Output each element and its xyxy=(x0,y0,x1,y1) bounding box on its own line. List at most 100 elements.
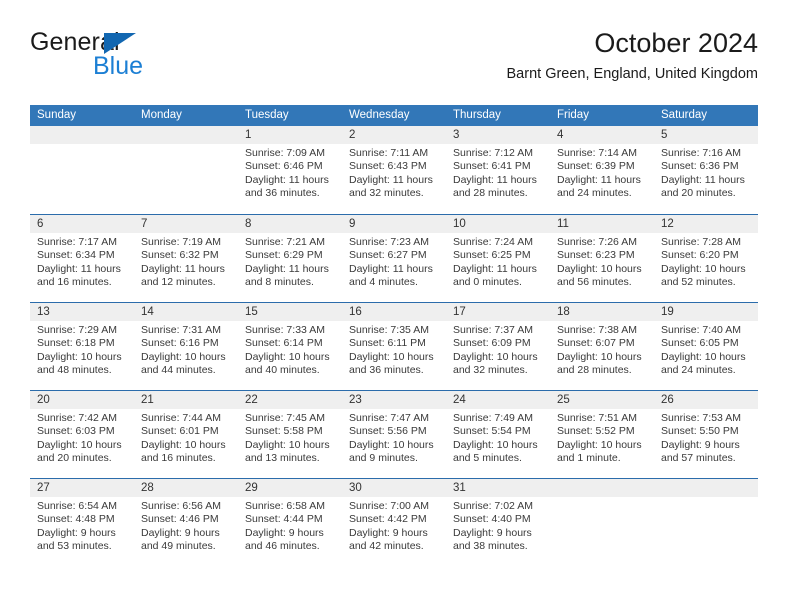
day-cell[interactable]: 26 Sunrise: 7:53 AM Sunset: 5:50 PM Dayl… xyxy=(654,391,758,478)
day-details: Sunrise: 7:44 AM Sunset: 6:01 PM Dayligh… xyxy=(134,409,238,465)
daylight-text-line1: Daylight: 11 hours xyxy=(349,262,433,275)
daylight-text-line1: Daylight: 10 hours xyxy=(349,350,434,363)
weekday-header-tuesday: Tuesday xyxy=(245,109,289,121)
day-number: 14 xyxy=(141,306,154,318)
day-cell[interactable]: 3 Sunrise: 7:12 AM Sunset: 6:41 PM Dayli… xyxy=(446,126,550,214)
day-number-band: 25 xyxy=(550,391,654,409)
sunrise-text: Sunrise: 7:11 AM xyxy=(349,147,429,159)
day-number: 11 xyxy=(557,218,569,230)
sunset-text: Sunset: 6:16 PM xyxy=(141,337,219,350)
daylight-text-line1: Daylight: 10 hours xyxy=(661,350,746,363)
daylight-text-line1: Daylight: 9 hours xyxy=(661,438,740,451)
day-cell[interactable]: 2 Sunrise: 7:11 AM Sunset: 6:43 PM Dayli… xyxy=(342,126,446,214)
day-details: Sunrise: 7:45 AM Sunset: 5:58 PM Dayligh… xyxy=(238,409,342,465)
daylight-text-line1: Daylight: 9 hours xyxy=(141,526,220,539)
day-details xyxy=(30,144,134,147)
weekday-header-friday: Friday xyxy=(557,109,589,121)
day-cell[interactable]: 31 Sunrise: 7:02 AM Sunset: 4:40 PM Dayl… xyxy=(446,479,550,566)
day-cell[interactable]: 22 Sunrise: 7:45 AM Sunset: 5:58 PM Dayl… xyxy=(238,391,342,478)
day-cell[interactable]: 29 Sunrise: 6:58 AM Sunset: 4:44 PM Dayl… xyxy=(238,479,342,566)
weekday-header-saturday: Saturday xyxy=(661,109,708,121)
day-cell[interactable] xyxy=(550,479,654,566)
day-cell[interactable]: 7 Sunrise: 7:19 AM Sunset: 6:32 PM Dayli… xyxy=(134,215,238,302)
sunrise-text: Sunrise: 7:37 AM xyxy=(453,324,533,336)
day-cell[interactable]: 18 Sunrise: 7:38 AM Sunset: 6:07 PM Dayl… xyxy=(550,303,654,390)
day-number: 18 xyxy=(557,306,570,318)
sunset-text: Sunset: 6:32 PM xyxy=(141,249,219,262)
day-number: 25 xyxy=(557,394,570,406)
day-cell[interactable]: 25 Sunrise: 7:51 AM Sunset: 5:52 PM Dayl… xyxy=(550,391,654,478)
day-cell[interactable]: 30 Sunrise: 7:00 AM Sunset: 4:42 PM Dayl… xyxy=(342,479,446,566)
day-number-band: 5 xyxy=(654,126,758,144)
day-cell[interactable]: 13 Sunrise: 7:29 AM Sunset: 6:18 PM Dayl… xyxy=(30,303,134,390)
day-details: Sunrise: 7:02 AM Sunset: 4:40 PM Dayligh… xyxy=(446,497,550,553)
day-cell[interactable]: 23 Sunrise: 7:47 AM Sunset: 5:56 PM Dayl… xyxy=(342,391,446,478)
daylight-text-line2: and 40 minutes. xyxy=(245,363,320,376)
day-cell[interactable]: 14 Sunrise: 7:31 AM Sunset: 6:16 PM Dayl… xyxy=(134,303,238,390)
day-details: Sunrise: 7:49 AM Sunset: 5:54 PM Dayligh… xyxy=(446,409,550,465)
day-number-band: 27 xyxy=(30,479,134,497)
day-details: Sunrise: 7:23 AM Sunset: 6:27 PM Dayligh… xyxy=(342,233,446,289)
day-cell[interactable]: 11 Sunrise: 7:26 AM Sunset: 6:23 PM Dayl… xyxy=(550,215,654,302)
day-details xyxy=(134,144,238,147)
day-cell[interactable]: 16 Sunrise: 7:35 AM Sunset: 6:11 PM Dayl… xyxy=(342,303,446,390)
daylight-text-line1: Daylight: 10 hours xyxy=(245,438,330,451)
day-details: Sunrise: 7:09 AM Sunset: 6:46 PM Dayligh… xyxy=(238,144,342,200)
day-number: 7 xyxy=(141,218,148,230)
daylight-text-line2: and 44 minutes. xyxy=(141,363,216,376)
day-number: 30 xyxy=(349,482,362,494)
day-number-band: 10 xyxy=(446,215,550,233)
day-cell[interactable]: 24 Sunrise: 7:49 AM Sunset: 5:54 PM Dayl… xyxy=(446,391,550,478)
daylight-text-line1: Daylight: 11 hours xyxy=(661,173,745,186)
day-cell[interactable]: 28 Sunrise: 6:56 AM Sunset: 4:46 PM Dayl… xyxy=(134,479,238,566)
day-cell[interactable]: 10 Sunrise: 7:24 AM Sunset: 6:25 PM Dayl… xyxy=(446,215,550,302)
logo-text-blue: Blue xyxy=(93,52,144,80)
day-details: Sunrise: 7:53 AM Sunset: 5:50 PM Dayligh… xyxy=(654,409,758,465)
day-number-band xyxy=(30,126,134,144)
general-blue-logo[interactable]: General Blue xyxy=(30,30,240,86)
day-number-band: 17 xyxy=(446,303,550,321)
day-cell[interactable]: 19 Sunrise: 7:40 AM Sunset: 6:05 PM Dayl… xyxy=(654,303,758,390)
day-number-band: 14 xyxy=(134,303,238,321)
sunset-text: Sunset: 6:41 PM xyxy=(453,160,531,173)
day-cell[interactable]: 9 Sunrise: 7:23 AM Sunset: 6:27 PM Dayli… xyxy=(342,215,446,302)
day-details: Sunrise: 7:00 AM Sunset: 4:42 PM Dayligh… xyxy=(342,497,446,553)
day-cell[interactable]: 5 Sunrise: 7:16 AM Sunset: 6:36 PM Dayli… xyxy=(654,126,758,214)
day-cell[interactable]: 20 Sunrise: 7:42 AM Sunset: 6:03 PM Dayl… xyxy=(30,391,134,478)
day-details: Sunrise: 6:54 AM Sunset: 4:48 PM Dayligh… xyxy=(30,497,134,553)
day-cell[interactable]: 21 Sunrise: 7:44 AM Sunset: 6:01 PM Dayl… xyxy=(134,391,238,478)
day-cell[interactable]: 6 Sunrise: 7:17 AM Sunset: 6:34 PM Dayli… xyxy=(30,215,134,302)
daylight-text-line1: Daylight: 9 hours xyxy=(37,526,116,539)
day-details: Sunrise: 7:28 AM Sunset: 6:20 PM Dayligh… xyxy=(654,233,758,289)
day-cell[interactable] xyxy=(134,126,238,214)
day-cell[interactable]: 15 Sunrise: 7:33 AM Sunset: 6:14 PM Dayl… xyxy=(238,303,342,390)
day-cell[interactable]: 8 Sunrise: 7:21 AM Sunset: 6:29 PM Dayli… xyxy=(238,215,342,302)
day-cell[interactable] xyxy=(30,126,134,214)
sunset-text: Sunset: 6:05 PM xyxy=(661,337,739,350)
day-number-band: 11 xyxy=(550,215,654,233)
day-cell[interactable]: 12 Sunrise: 7:28 AM Sunset: 6:20 PM Dayl… xyxy=(654,215,758,302)
sunrise-text: Sunrise: 7:35 AM xyxy=(349,324,429,336)
day-cell[interactable]: 17 Sunrise: 7:37 AM Sunset: 6:09 PM Dayl… xyxy=(446,303,550,390)
day-cell[interactable] xyxy=(654,479,758,566)
day-cell[interactable]: 27 Sunrise: 6:54 AM Sunset: 4:48 PM Dayl… xyxy=(30,479,134,566)
day-number-band: 31 xyxy=(446,479,550,497)
day-number-band: 30 xyxy=(342,479,446,497)
weekday-header-monday: Monday xyxy=(141,109,182,121)
sunset-text: Sunset: 4:42 PM xyxy=(349,513,427,526)
day-number-band: 28 xyxy=(134,479,238,497)
calendar-page: General Blue October 2024 Barnt Green, E… xyxy=(0,0,792,612)
sunrise-text: Sunrise: 7:23 AM xyxy=(349,236,429,248)
day-details: Sunrise: 6:56 AM Sunset: 4:46 PM Dayligh… xyxy=(134,497,238,553)
sunset-text: Sunset: 5:54 PM xyxy=(453,425,531,438)
sunrise-text: Sunrise: 7:51 AM xyxy=(557,412,637,424)
sunset-text: Sunset: 6:20 PM xyxy=(661,249,739,262)
day-cell[interactable]: 4 Sunrise: 7:14 AM Sunset: 6:39 PM Dayli… xyxy=(550,126,654,214)
sunrise-text: Sunrise: 7:40 AM xyxy=(661,324,741,336)
daylight-text-line2: and 13 minutes. xyxy=(245,451,320,464)
day-number: 12 xyxy=(661,218,674,230)
page-subtitle: Barnt Green, England, United Kingdom xyxy=(506,65,758,82)
daylight-text-line1: Daylight: 9 hours xyxy=(453,526,532,539)
daylight-text-line2: and 36 minutes. xyxy=(245,186,320,199)
day-cell[interactable]: 1 Sunrise: 7:09 AM Sunset: 6:46 PM Dayli… xyxy=(238,126,342,214)
